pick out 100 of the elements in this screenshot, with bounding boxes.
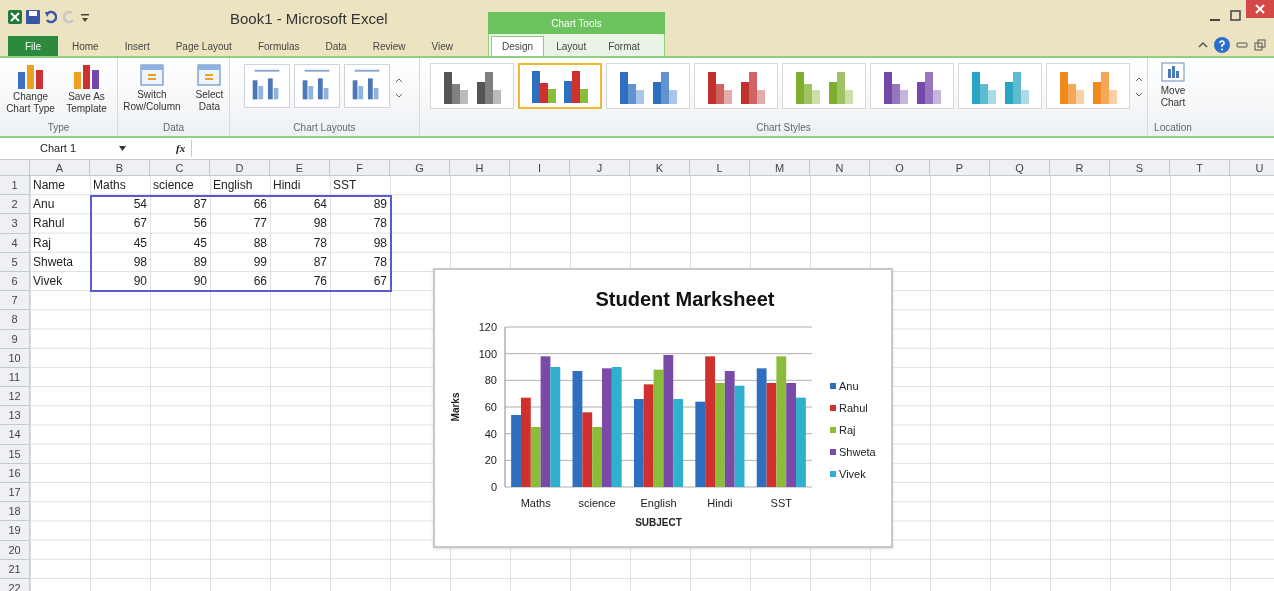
table-cell[interactable]: Raj: [30, 233, 90, 253]
save-icon[interactable]: [26, 10, 40, 24]
minimize-icon[interactable]: [1236, 40, 1248, 50]
table-cell[interactable]: English: [210, 176, 270, 196]
table-cell[interactable]: 76: [270, 271, 330, 292]
column-header[interactable]: J: [570, 160, 630, 175]
column-header[interactable]: G: [390, 160, 450, 175]
column-header[interactable]: C: [150, 160, 210, 175]
table-cell[interactable]: 89: [330, 195, 390, 215]
column-header[interactable]: T: [1170, 160, 1230, 175]
row-header[interactable]: 15: [0, 444, 30, 464]
column-header[interactable]: O: [870, 160, 930, 175]
row-header[interactable]: 6: [0, 271, 30, 292]
column-header[interactable]: A: [30, 160, 90, 175]
column-header[interactable]: P: [930, 160, 990, 175]
ribbon-tab[interactable]: Formulas: [245, 36, 312, 56]
chart-layout-option[interactable]: [294, 64, 340, 108]
table-cell[interactable]: 45: [150, 233, 210, 253]
chart-style-option[interactable]: [430, 63, 514, 109]
close-icon[interactable]: [1246, 0, 1274, 18]
table-cell[interactable]: 78: [330, 252, 390, 272]
excel-logo-icon[interactable]: [8, 10, 22, 24]
row-header[interactable]: 12: [0, 387, 30, 407]
table-cell[interactable]: 66: [210, 271, 270, 292]
column-header[interactable]: R: [1050, 160, 1110, 175]
row-header[interactable]: 10: [0, 348, 30, 368]
column-header[interactable]: F: [330, 160, 390, 175]
table-cell[interactable]: 87: [150, 195, 210, 215]
ribbon-tab[interactable]: Page Layout: [163, 36, 244, 56]
table-cell[interactable]: 67: [90, 214, 150, 234]
ribbon-button[interactable]: Switch Row/Column: [118, 62, 186, 120]
column-header[interactable]: B: [90, 160, 150, 175]
column-header[interactable]: N: [810, 160, 870, 175]
row-header[interactable]: 3: [0, 214, 30, 234]
column-header[interactable]: E: [270, 160, 330, 175]
column-header[interactable]: H: [450, 160, 510, 175]
row-header[interactable]: 21: [0, 559, 30, 579]
ribbon-button[interactable]: Move Chart: [1151, 62, 1195, 120]
table-cell[interactable]: Anu: [30, 195, 90, 215]
row-header[interactable]: 4: [0, 233, 30, 253]
column-header[interactable]: Q: [990, 160, 1050, 175]
table-cell[interactable]: 99: [210, 252, 270, 272]
table-cell[interactable]: 98: [330, 233, 390, 253]
row-header[interactable]: 18: [0, 502, 30, 522]
name-box[interactable]: Chart 1: [4, 140, 130, 157]
row-header[interactable]: 2: [0, 195, 30, 215]
ribbon-collapse-icon[interactable]: [1198, 40, 1208, 50]
row-header[interactable]: 16: [0, 463, 30, 483]
ribbon-tab[interactable]: Insert: [112, 36, 162, 56]
chart-layout-option[interactable]: [344, 64, 390, 108]
table-cell[interactable]: 77: [210, 214, 270, 234]
help-icon[interactable]: [1214, 37, 1230, 53]
table-cell[interactable]: 78: [270, 233, 330, 253]
row-header[interactable]: 11: [0, 367, 30, 388]
row-header[interactable]: 13: [0, 406, 30, 426]
row-header[interactable]: 19: [0, 521, 30, 541]
table-cell[interactable]: Shweta: [30, 252, 90, 272]
chart-style-option[interactable]: [694, 63, 778, 109]
chart-style-option[interactable]: [870, 63, 954, 109]
ribbon-button[interactable]: Change Chart Type: [4, 62, 57, 120]
table-cell[interactable]: 98: [270, 214, 330, 234]
table-cell[interactable]: Vivek: [30, 271, 90, 292]
column-header[interactable]: L: [690, 160, 750, 175]
table-cell[interactable]: Rahul: [30, 214, 90, 234]
table-cell[interactable]: 98: [90, 252, 150, 272]
column-header[interactable]: U: [1230, 160, 1274, 175]
row-header[interactable]: 9: [0, 329, 30, 349]
table-cell[interactable]: 87: [270, 252, 330, 272]
table-cell[interactable]: Maths: [90, 176, 150, 196]
row-header[interactable]: 7: [0, 291, 30, 311]
column-header[interactable]: K: [630, 160, 690, 175]
undo-icon[interactable]: [44, 10, 58, 24]
table-cell[interactable]: 56: [150, 214, 210, 234]
chart-layout-option[interactable]: [244, 64, 290, 108]
restore-icon[interactable]: [1230, 10, 1241, 21]
row-header[interactable]: 14: [0, 425, 30, 445]
column-header[interactable]: D: [210, 160, 270, 175]
table-cell[interactable]: 89: [150, 252, 210, 272]
function-button[interactable]: fx: [176, 140, 186, 157]
table-cell[interactable]: 64: [270, 195, 330, 215]
table-cell[interactable]: 66: [210, 195, 270, 215]
row-header[interactable]: 5: [0, 252, 30, 272]
table-cell[interactable]: SST: [330, 176, 390, 196]
column-header[interactable]: S: [1110, 160, 1170, 175]
table-cell[interactable]: 45: [90, 233, 150, 253]
row-header[interactable]: 1: [0, 176, 30, 196]
ribbon-button[interactable]: Select Data: [189, 62, 229, 120]
table-cell[interactable]: 54: [90, 195, 150, 215]
chart-background[interactable]: Student Marksheet 0 20 40 60 80 100 120 Maths science English Hindi SST SUBJECT Marks Anu Rahul Raj Shweta Vivek: [433, 268, 893, 548]
row-header[interactable]: 20: [0, 540, 30, 560]
ribbon-tab[interactable]: Review: [360, 36, 418, 56]
column-header[interactable]: I: [510, 160, 570, 175]
table-cell[interactable]: science: [150, 176, 210, 196]
chart-style-option[interactable]: [518, 63, 602, 109]
ribbon-tab[interactable]: Home: [60, 36, 111, 56]
table-cell[interactable]: Name: [30, 176, 90, 196]
table-cell[interactable]: 67: [330, 271, 390, 292]
column-header[interactable]: M: [750, 160, 810, 175]
ribbon-tab[interactable]: View: [419, 36, 465, 56]
chart-style-option[interactable]: [606, 63, 690, 109]
